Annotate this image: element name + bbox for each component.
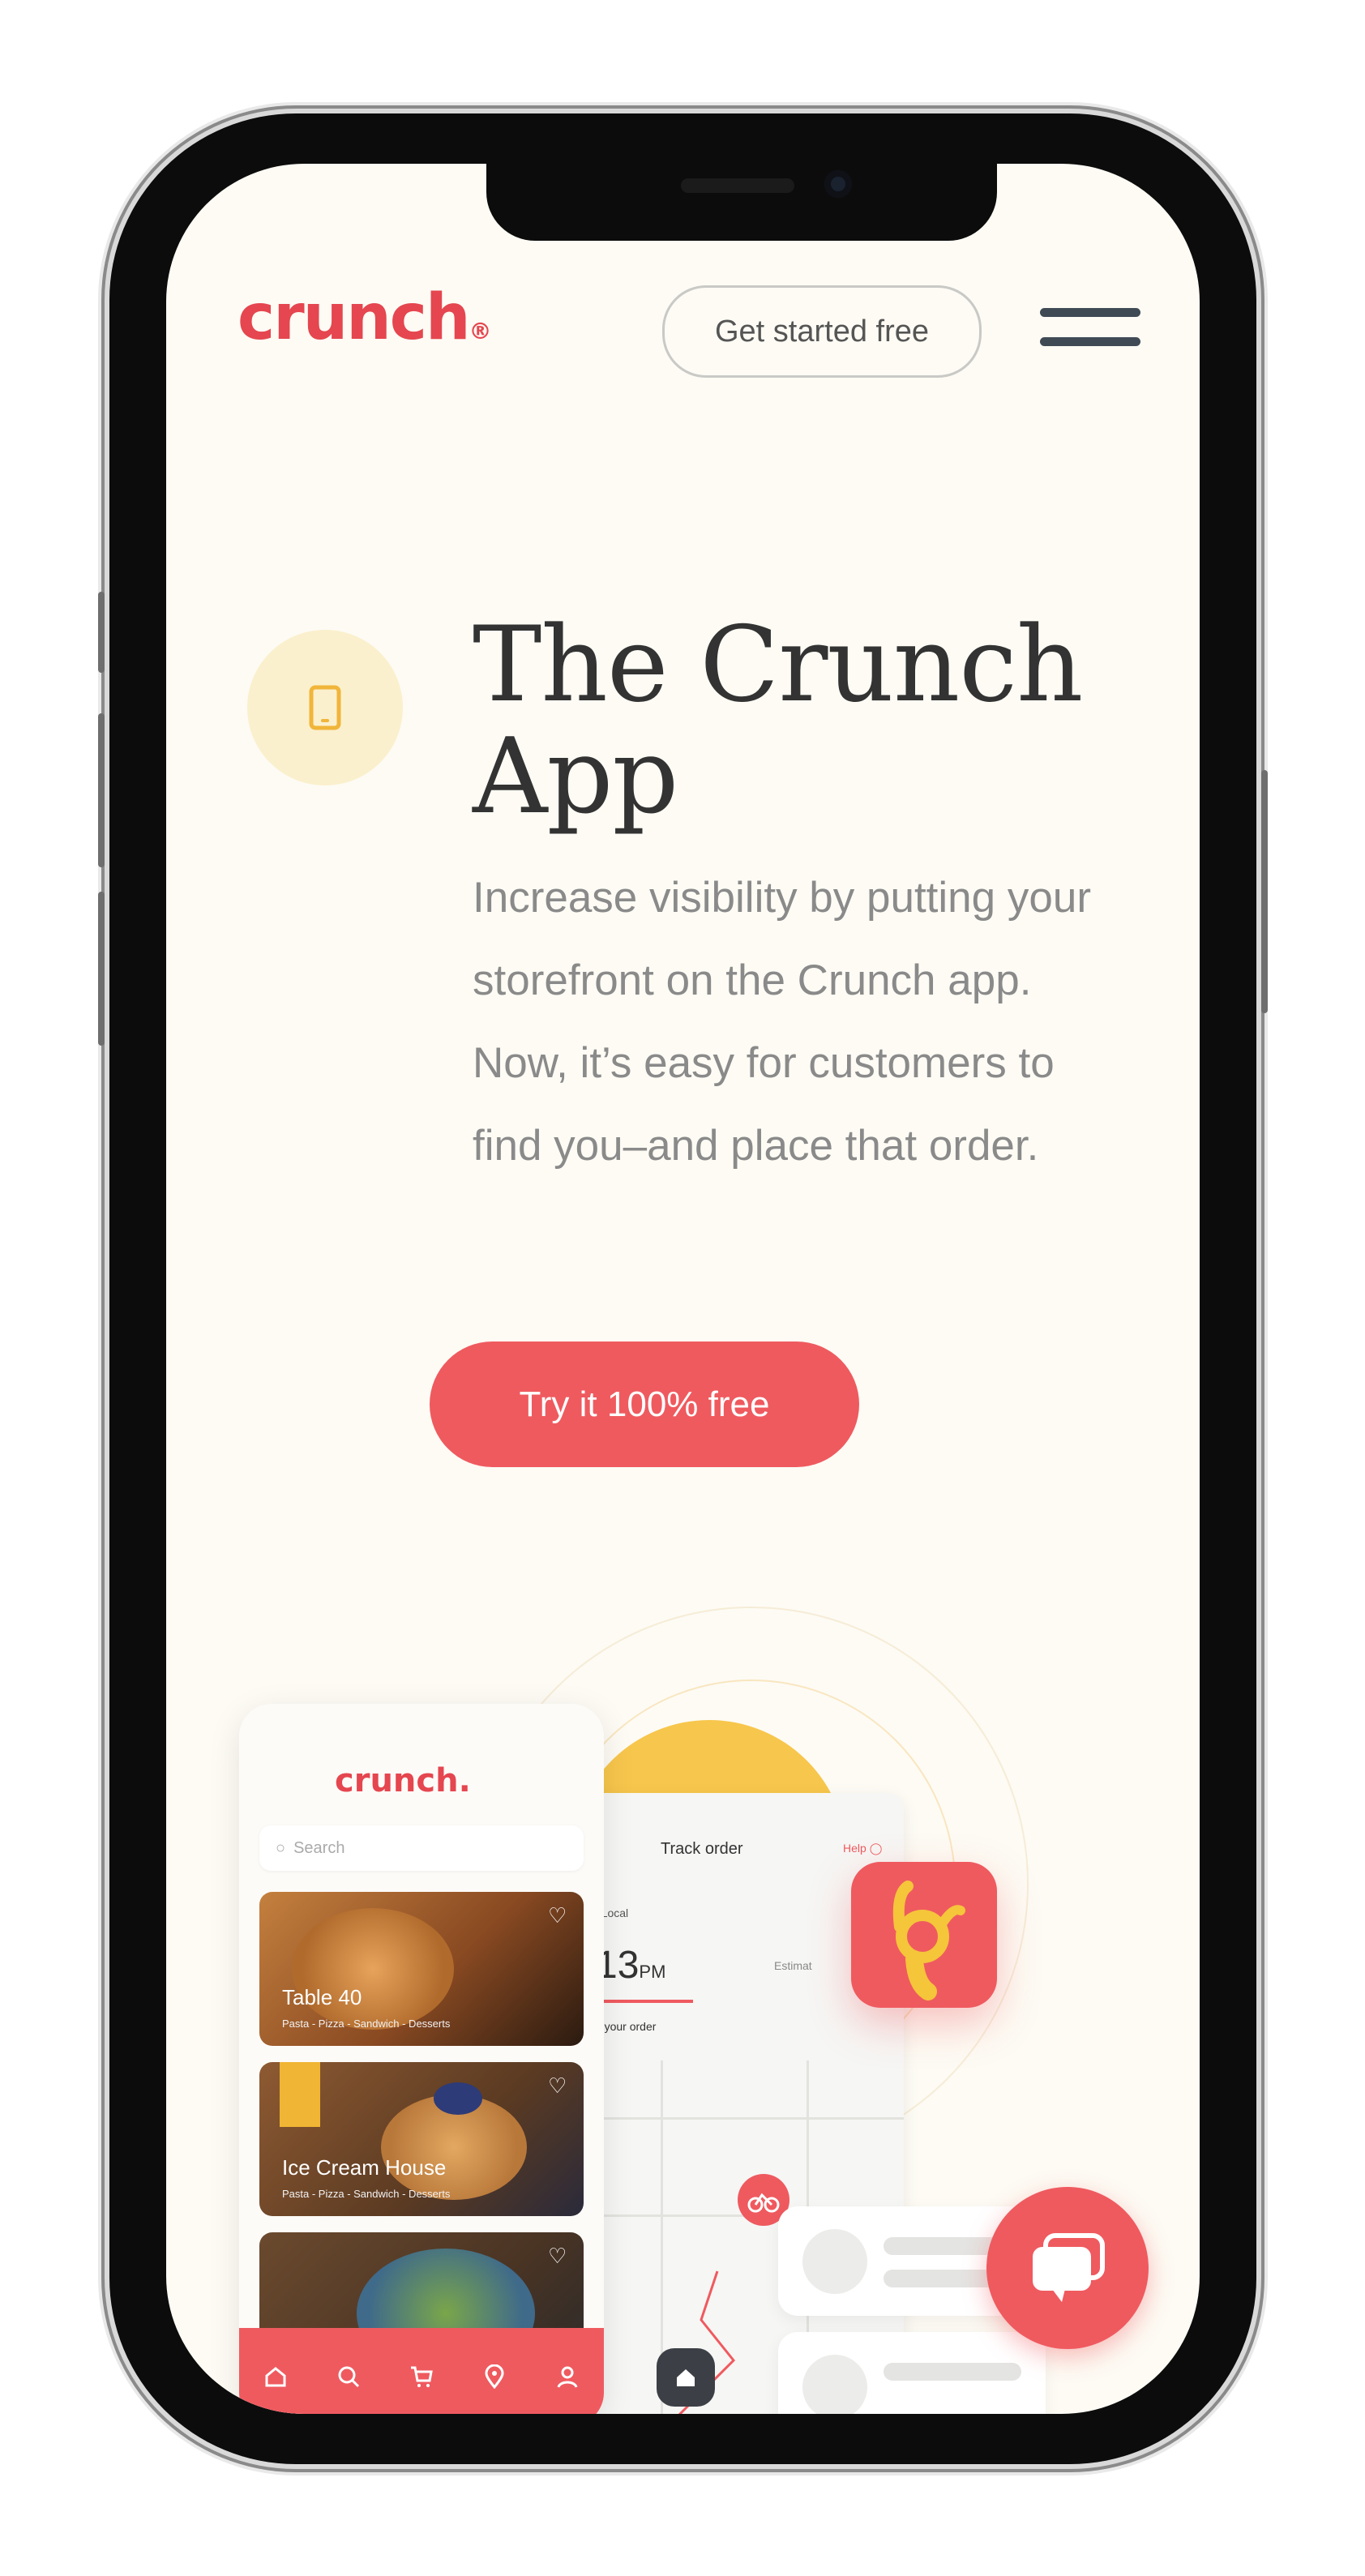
profile-icon[interactable] bbox=[552, 2361, 583, 2392]
restaurant-tags: Pasta - Pizza - Sandwich - Desserts bbox=[282, 2018, 451, 2030]
cart-icon[interactable] bbox=[406, 2361, 437, 2392]
favorite-heart-icon[interactable]: ♡ bbox=[548, 2075, 569, 2096]
volume-up-button bbox=[98, 713, 105, 867]
hero-badge bbox=[247, 630, 403, 785]
home-icon[interactable] bbox=[657, 2348, 715, 2407]
hero-title: The Crunch App bbox=[473, 605, 1083, 837]
hamburger-menu-icon[interactable] bbox=[1040, 308, 1140, 349]
front-camera bbox=[824, 170, 852, 198]
crunch-logo[interactable]: crunch® bbox=[237, 281, 492, 354]
speaker bbox=[681, 178, 794, 193]
location-icon[interactable] bbox=[479, 2361, 510, 2392]
chat-icon[interactable] bbox=[986, 2187, 1149, 2349]
restaurant-name: Ice Cream House bbox=[282, 2155, 447, 2180]
favorite-heart-icon[interactable]: ♡ bbox=[548, 1905, 569, 1926]
phone-frame: crunch® Get started free The Crunch App … bbox=[98, 113, 1268, 2464]
mute-switch bbox=[98, 592, 105, 673]
restaurant-card[interactable]: ♡ Ice Cream House Pasta - Pizza - Sandwi… bbox=[259, 2062, 584, 2216]
mobile-phone-icon bbox=[309, 685, 341, 730]
avatar bbox=[802, 2229, 867, 2294]
app-logo: crunch. bbox=[335, 1762, 471, 1799]
app-tab-bar bbox=[239, 2328, 604, 2414]
restaurant-tags: Pasta - Pizza - Sandwich - Desserts bbox=[282, 2188, 451, 2200]
logo-text: crunch bbox=[237, 281, 471, 354]
favorite-heart-icon[interactable]: ♡ bbox=[548, 2245, 569, 2266]
avatar bbox=[802, 2355, 867, 2414]
logo-mark: ® bbox=[469, 318, 492, 344]
app-search-input[interactable]: ○ Search bbox=[259, 1825, 584, 1871]
ok-hand-icon bbox=[851, 1862, 997, 2008]
restaurant-name: Table 40 bbox=[282, 1985, 362, 2009]
contact-placeholder-card bbox=[778, 2332, 1046, 2414]
search-icon: ○ bbox=[276, 1838, 286, 1857]
hero-description: Increase visibility by putting your stor… bbox=[473, 874, 1091, 1170]
home-icon[interactable] bbox=[260, 2361, 291, 2392]
phone-screen: crunch® Get started free The Crunch App … bbox=[166, 164, 1200, 2414]
get-started-free-button[interactable]: Get started free bbox=[662, 285, 982, 378]
notch bbox=[486, 164, 997, 241]
app-search-placeholder: Search bbox=[293, 1838, 345, 1857]
restaurant-card[interactable]: ♡ Table 40 Pasta - Pizza - Sandwich - De… bbox=[259, 1892, 584, 2046]
volume-down-button bbox=[98, 892, 105, 1046]
power-button bbox=[1261, 770, 1268, 1013]
app-preview-card: crunch. ○ Search ♡ Table 40 Pasta - Pizz… bbox=[239, 1704, 604, 2414]
search-icon[interactable] bbox=[333, 2361, 364, 2392]
try-free-button[interactable]: Try it 100% free bbox=[430, 1341, 859, 1467]
